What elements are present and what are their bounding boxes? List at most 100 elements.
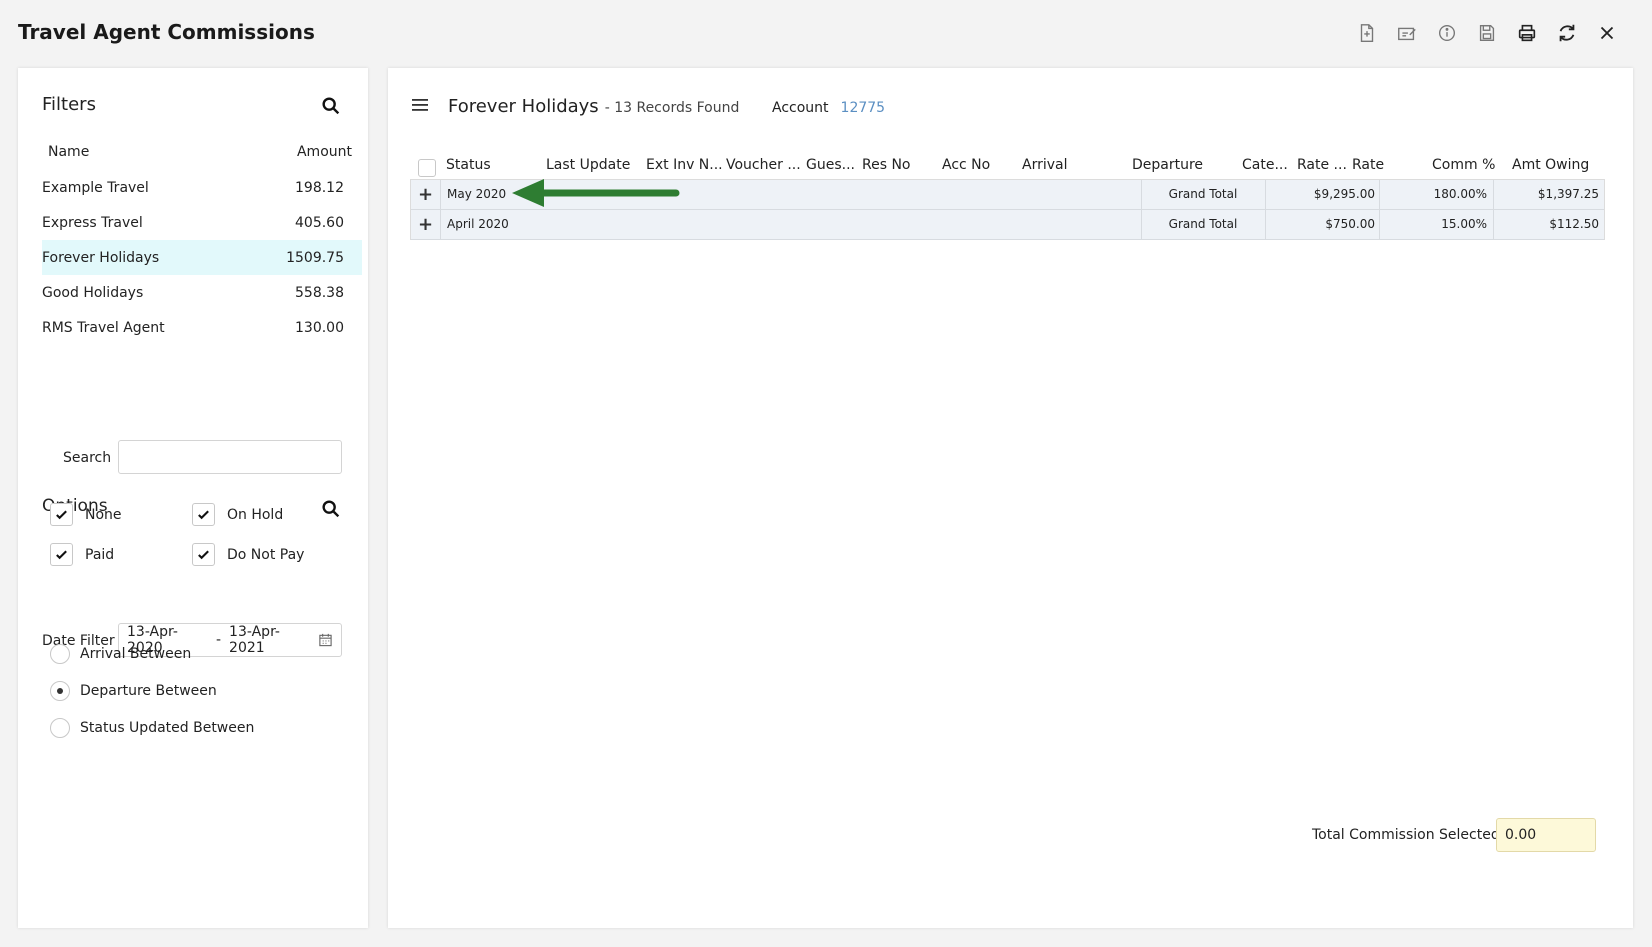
col-arrival[interactable]: Arrival [1022,157,1068,173]
edit-form-icon [1398,27,1416,41]
checkbox-label: Do Not Pay [227,546,305,563]
agent-name: RMS Travel Agent [42,319,165,336]
agent-name: Forever Holidays [42,249,160,266]
filters-heading: Filters [42,94,96,115]
select-all-checkbox[interactable] [418,159,436,177]
close-button[interactable] [1594,20,1620,46]
col-last-update[interactable]: Last Update [546,157,630,173]
close-icon [1600,26,1614,40]
group-row-april-2020[interactable]: + April 2020 Grand Total $750.00 15.00% … [411,210,1604,240]
expand-icon[interactable]: + [411,180,441,209]
agent-name: Example Travel [42,179,149,196]
search-label: Search [63,450,112,466]
agent-row-good-holidays[interactable]: Good Holidays 558.38 [42,275,362,310]
search-input[interactable] [118,440,342,474]
edit-button[interactable] [1394,20,1420,46]
agent-amount: 130.00 [295,319,344,336]
col-acc-no[interactable]: Acc No [942,157,990,173]
save-icon [1479,24,1495,42]
agent-name: Express Travel [42,214,143,231]
printer-icon [1518,24,1536,42]
rate-total: $9,295.00 [1313,187,1375,201]
col-status[interactable]: Status [446,157,491,173]
col-comm-percent[interactable]: Comm % [1432,157,1495,173]
amt-owing-total: $112.50 [1549,217,1599,231]
amt-owing-total: $1,397.25 [1537,187,1599,201]
comm-percent-total: 15.00% [1441,217,1487,231]
account-label: Account [772,100,829,116]
rate-total: $750.00 [1325,217,1375,231]
checkmark-icon [56,510,67,520]
info-button[interactable] [1434,20,1460,46]
col-rate-type[interactable]: Rate ... [1297,157,1347,173]
toolbar [1354,20,1620,46]
refresh-button[interactable] [1554,20,1580,46]
agent-list: Example Travel 198.12 Express Travel 405… [42,170,362,345]
agent-amount: 1509.75 [286,249,344,266]
calendar-icon[interactable] [318,632,333,648]
account-info: Account 12775 [772,100,885,116]
col-amt-owing[interactable]: Amt Owing [1512,157,1589,173]
expand-icon[interactable]: + [411,210,441,239]
filters-panel: Filters Name Amount Example Travel 198.1… [18,68,368,928]
print-button[interactable] [1514,20,1540,46]
agent-name: Good Holidays [42,284,144,301]
agent-amount: 405.60 [295,214,344,231]
checkbox-on-hold[interactable]: On Hold [192,503,283,526]
agent-row-example-travel[interactable]: Example Travel 198.12 [42,170,362,205]
group-label: April 2020 [447,217,509,231]
checkbox-none[interactable]: None [50,503,122,526]
grand-total-label: Grand Total [1168,187,1238,201]
agent-row-express-travel[interactable]: Express Travel 405.60 [42,205,362,240]
col-guest[interactable]: Gues... [806,157,855,173]
checkmark-icon [198,550,209,560]
agent-title: Forever Holidays [448,96,599,117]
agent-row-rms-travel-agent[interactable]: RMS Travel Agent 130.00 [42,310,362,345]
add-document-icon [1360,24,1374,42]
checkmark-icon [198,510,209,520]
col-departure[interactable]: Departure [1132,157,1203,173]
search-icon[interactable] [320,95,342,117]
agent-list-header: Name Amount [42,144,362,160]
col-category[interactable]: Cate... [1242,157,1288,173]
amount-column-header[interactable]: Amount [297,144,352,160]
green-pointer-arrow-icon [512,179,680,207]
radio-label: Status Updated Between [80,720,255,736]
date-separator: - [215,632,222,648]
agent-amount: 198.12 [295,179,344,196]
checkmark-icon [56,550,67,560]
window-title: Travel Agent Commissions [18,20,315,44]
col-voucher[interactable]: Voucher ... [726,157,801,173]
grid-title: Forever Holidays - 13 Records Found [448,96,739,117]
checkbox-label: None [85,506,122,523]
radio-label: Arrival Between [80,646,192,662]
radio-status-updated-between[interactable]: Status Updated Between [50,718,254,738]
hamburger-menu-icon[interactable] [412,98,428,112]
options-search-icon[interactable] [320,498,342,520]
radio-selected-dot [57,688,63,694]
comm-percent-total: 180.00% [1433,187,1487,201]
total-commission-value: 0.00 [1496,818,1596,852]
records-count: - 13 Records Found [604,100,740,116]
commissions-grid-panel: Forever Holidays - 13 Records Found Acco… [388,68,1633,928]
group-label: May 2020 [447,187,507,201]
date-to: 13-Apr-2021 [229,624,280,656]
col-ext-inv-no[interactable]: Ext Inv N... [646,157,723,173]
agent-row-forever-holidays[interactable]: Forever Holidays 1509.75 [42,240,362,275]
account-number-link[interactable]: 12775 [841,100,886,116]
checkbox-label: On Hold [227,506,284,523]
total-commission-label: Total Commission Selected [1312,827,1500,843]
checkbox-do-not-pay[interactable]: Do Not Pay [192,543,304,566]
add-document-button[interactable] [1354,20,1380,46]
agent-amount: 558.38 [295,284,344,301]
save-button[interactable] [1474,20,1500,46]
info-icon [1438,24,1456,42]
checkbox-label: Paid [85,546,115,563]
col-rate[interactable]: Rate [1352,157,1384,173]
col-res-no[interactable]: Res No [862,157,911,173]
grand-total-label: Grand Total [1168,217,1238,231]
checkbox-paid[interactable]: Paid [50,543,114,566]
radio-departure-between[interactable]: Departure Between [50,681,217,701]
name-column-header[interactable]: Name [48,144,89,160]
radio-arrival-between[interactable]: Arrival Between [50,644,191,664]
